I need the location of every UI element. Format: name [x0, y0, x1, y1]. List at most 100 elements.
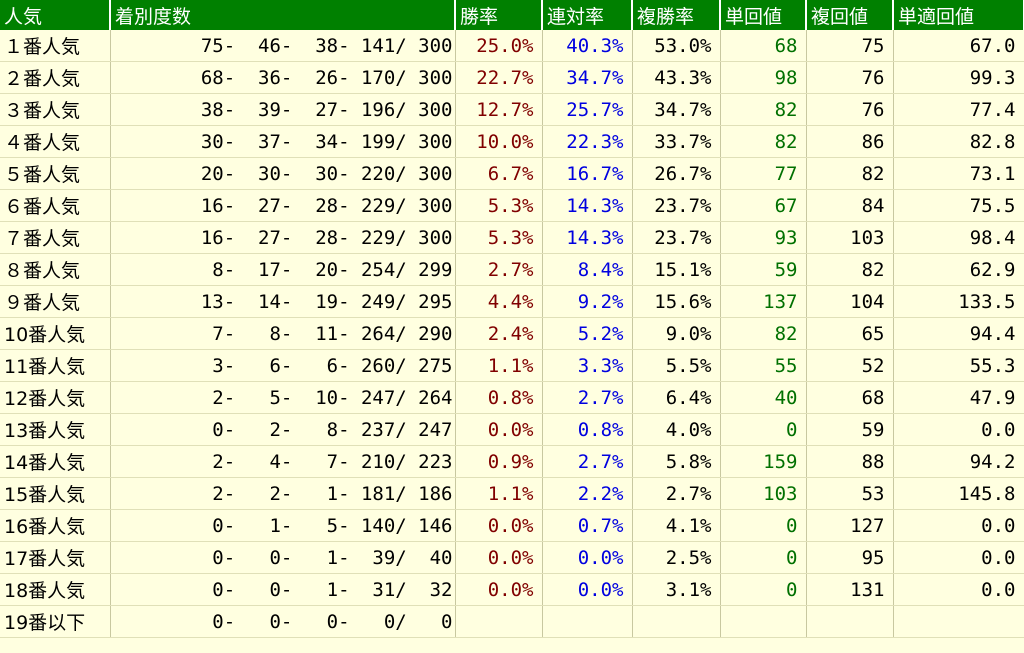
place-return-cell: 86: [806, 125, 894, 158]
place-rate-cell: 4.1%: [632, 509, 721, 542]
table-row: 10番人気 7- 8- 11- 264/ 290 2.4% 5.2% 9.0% 82 65 9…: [0, 317, 1024, 350]
popularity-cell: 19番以下: [0, 605, 111, 638]
rentai-rate-cell: 0.0%: [542, 541, 633, 574]
adjusted-win-return-cell: 0.0: [893, 509, 1024, 542]
win-return-cell: 0: [720, 509, 807, 542]
finish-record-cell: 2- 5- 10- 247/ 264: [110, 381, 456, 414]
place-return-cell: 95: [806, 541, 894, 574]
table-row: 13番人気 0- 2- 8- 237/ 247 0.0% 0.8% 4.0% 0 59 0.0: [0, 413, 1024, 446]
popularity-cell: 18番人気: [0, 573, 111, 606]
rentai-rate-cell: 22.3%: [542, 125, 633, 158]
adjusted-win-return-cell: 0.0: [893, 541, 1024, 574]
rentai-rate-cell: 2.7%: [542, 445, 633, 478]
table-row: ７番人気 16- 27- 28- 229/ 300 5.3% 14.3% 23.7% 93…: [0, 221, 1024, 254]
finish-record-cell: 2- 2- 1- 181/ 186: [110, 477, 456, 510]
place-rate-cell: 33.7%: [632, 125, 721, 158]
win-rate-cell: 25.0%: [455, 30, 543, 62]
adjusted-win-return-cell: 0.0: [893, 573, 1024, 606]
win-rate-cell: 12.7%: [455, 93, 543, 126]
table-row: 15番人気 2- 2- 1- 181/ 186 1.1% 2.2% 2.7% 103 53 1…: [0, 477, 1024, 510]
table-row: ２番人気 68- 36- 26- 170/ 300 22.7% 34.7% 43.3% 9…: [0, 61, 1024, 94]
win-rate-cell: 2.7%: [455, 253, 543, 286]
win-return-cell: 82: [720, 317, 807, 350]
finish-record-cell: 16- 27- 28- 229/ 300: [110, 221, 456, 254]
header-rentai-rate: 連対率: [542, 0, 633, 30]
rentai-rate-cell: 25.7%: [542, 93, 633, 126]
popularity-cell: ６番人気: [0, 189, 111, 222]
finish-record-cell: 2- 4- 7- 210/ 223: [110, 445, 456, 478]
finish-record-cell: 38- 39- 27- 196/ 300: [110, 93, 456, 126]
win-return-cell: 82: [720, 125, 807, 158]
place-return-cell: 75: [806, 30, 894, 62]
place-rate-cell: 15.1%: [632, 253, 721, 286]
win-return-cell: 98: [720, 61, 807, 94]
place-rate-cell: 43.3%: [632, 61, 721, 94]
win-rate-cell: 0.0%: [455, 509, 543, 542]
adjusted-win-return-cell: 99.3: [893, 61, 1024, 94]
place-return-cell: 52: [806, 349, 894, 382]
popularity-cell: ５番人気: [0, 157, 111, 190]
adjusted-win-return-cell: 67.0: [893, 30, 1024, 62]
finish-record-cell: 0- 0- 1- 39/ 40: [110, 541, 456, 574]
header-place-return: 複回値: [806, 0, 894, 30]
place-return-cell: 76: [806, 93, 894, 126]
place-return-cell: 76: [806, 61, 894, 94]
finish-record-cell: 30- 37- 34- 199/ 300: [110, 125, 456, 158]
table-row: 18番人気 0- 0- 1- 31/ 32 0.0% 0.0% 3.1% 0 131 0.0: [0, 573, 1024, 606]
win-return-cell: 77: [720, 157, 807, 190]
table-row: 16番人気 0- 1- 5- 140/ 146 0.0% 0.7% 4.1% 0 127 0.…: [0, 509, 1024, 542]
popularity-cell: ８番人気: [0, 253, 111, 286]
place-rate-cell: 5.8%: [632, 445, 721, 478]
adjusted-win-return-cell: 0.0: [893, 413, 1024, 446]
rentai-rate-cell: 9.2%: [542, 285, 633, 318]
adjusted-win-return-cell: 73.1: [893, 157, 1024, 190]
win-return-cell: 0: [720, 541, 807, 574]
rentai-rate-cell: 34.7%: [542, 61, 633, 94]
table-row: １番人気 75- 46- 38- 141/ 300 25.0% 40.3% 53.0% 6…: [0, 30, 1024, 62]
header-place-rate: 複勝率: [632, 0, 721, 30]
header-win-return: 単回値: [720, 0, 807, 30]
table-row: ６番人気 16- 27- 28- 229/ 300 5.3% 14.3% 23.7% 67…: [0, 189, 1024, 222]
place-return-cell: 84: [806, 189, 894, 222]
win-rate-cell: 0.0%: [455, 541, 543, 574]
win-return-cell: 40: [720, 381, 807, 414]
adjusted-win-return-cell: 145.8: [893, 477, 1024, 510]
adjusted-win-return-cell: 55.3: [893, 349, 1024, 382]
adjusted-win-return-cell: 82.8: [893, 125, 1024, 158]
popularity-cell: 14番人気: [0, 445, 111, 478]
header-win-rate: 勝率: [455, 0, 543, 30]
win-rate-cell: 1.1%: [455, 349, 543, 382]
table-row: ３番人気 38- 39- 27- 196/ 300 12.7% 25.7% 34.7% 8…: [0, 93, 1024, 126]
finish-record-cell: 20- 30- 30- 220/ 300: [110, 157, 456, 190]
win-return-cell: 59: [720, 253, 807, 286]
popularity-cell: 17番人気: [0, 541, 111, 574]
win-rate-cell: 6.7%: [455, 157, 543, 190]
adjusted-win-return-cell: 98.4: [893, 221, 1024, 254]
place-return-cell: 131: [806, 573, 894, 606]
finish-record-cell: 0- 1- 5- 140/ 146: [110, 509, 456, 542]
place-rate-cell: 3.1%: [632, 573, 721, 606]
place-rate-cell: 23.7%: [632, 221, 721, 254]
finish-record-cell: 16- 27- 28- 229/ 300: [110, 189, 456, 222]
popularity-cell: 12番人気: [0, 381, 111, 414]
popularity-cell: 15番人気: [0, 477, 111, 510]
finish-record-cell: 7- 8- 11- 264/ 290: [110, 317, 456, 350]
finish-record-cell: 13- 14- 19- 249/ 295: [110, 285, 456, 318]
win-rate-cell: 5.3%: [455, 221, 543, 254]
place-rate-cell: 6.4%: [632, 381, 721, 414]
adjusted-win-return-cell: 94.4: [893, 317, 1024, 350]
place-rate-cell: 5.5%: [632, 349, 721, 382]
place-return-cell: 65: [806, 317, 894, 350]
place-return-cell: [806, 605, 894, 638]
win-return-cell: 137: [720, 285, 807, 318]
rentai-rate-cell: 0.8%: [542, 413, 633, 446]
rentai-rate-cell: 0.0%: [542, 573, 633, 606]
win-rate-cell: 5.3%: [455, 189, 543, 222]
popularity-stats-table: 人気 着別度数 勝率 連対率 複勝率 単回値 複回値 単適回値 １番人気 75- …: [0, 0, 1024, 638]
adjusted-win-return-cell: 94.2: [893, 445, 1024, 478]
adjusted-win-return-cell: 133.5: [893, 285, 1024, 318]
place-rate-cell: 15.6%: [632, 285, 721, 318]
table-row: 14番人気 2- 4- 7- 210/ 223 0.9% 2.7% 5.8% 159 88 9…: [0, 445, 1024, 478]
popularity-cell: ２番人気: [0, 61, 111, 94]
table-row: ５番人気 20- 30- 30- 220/ 300 6.7% 16.7% 26.7% 77…: [0, 157, 1024, 190]
